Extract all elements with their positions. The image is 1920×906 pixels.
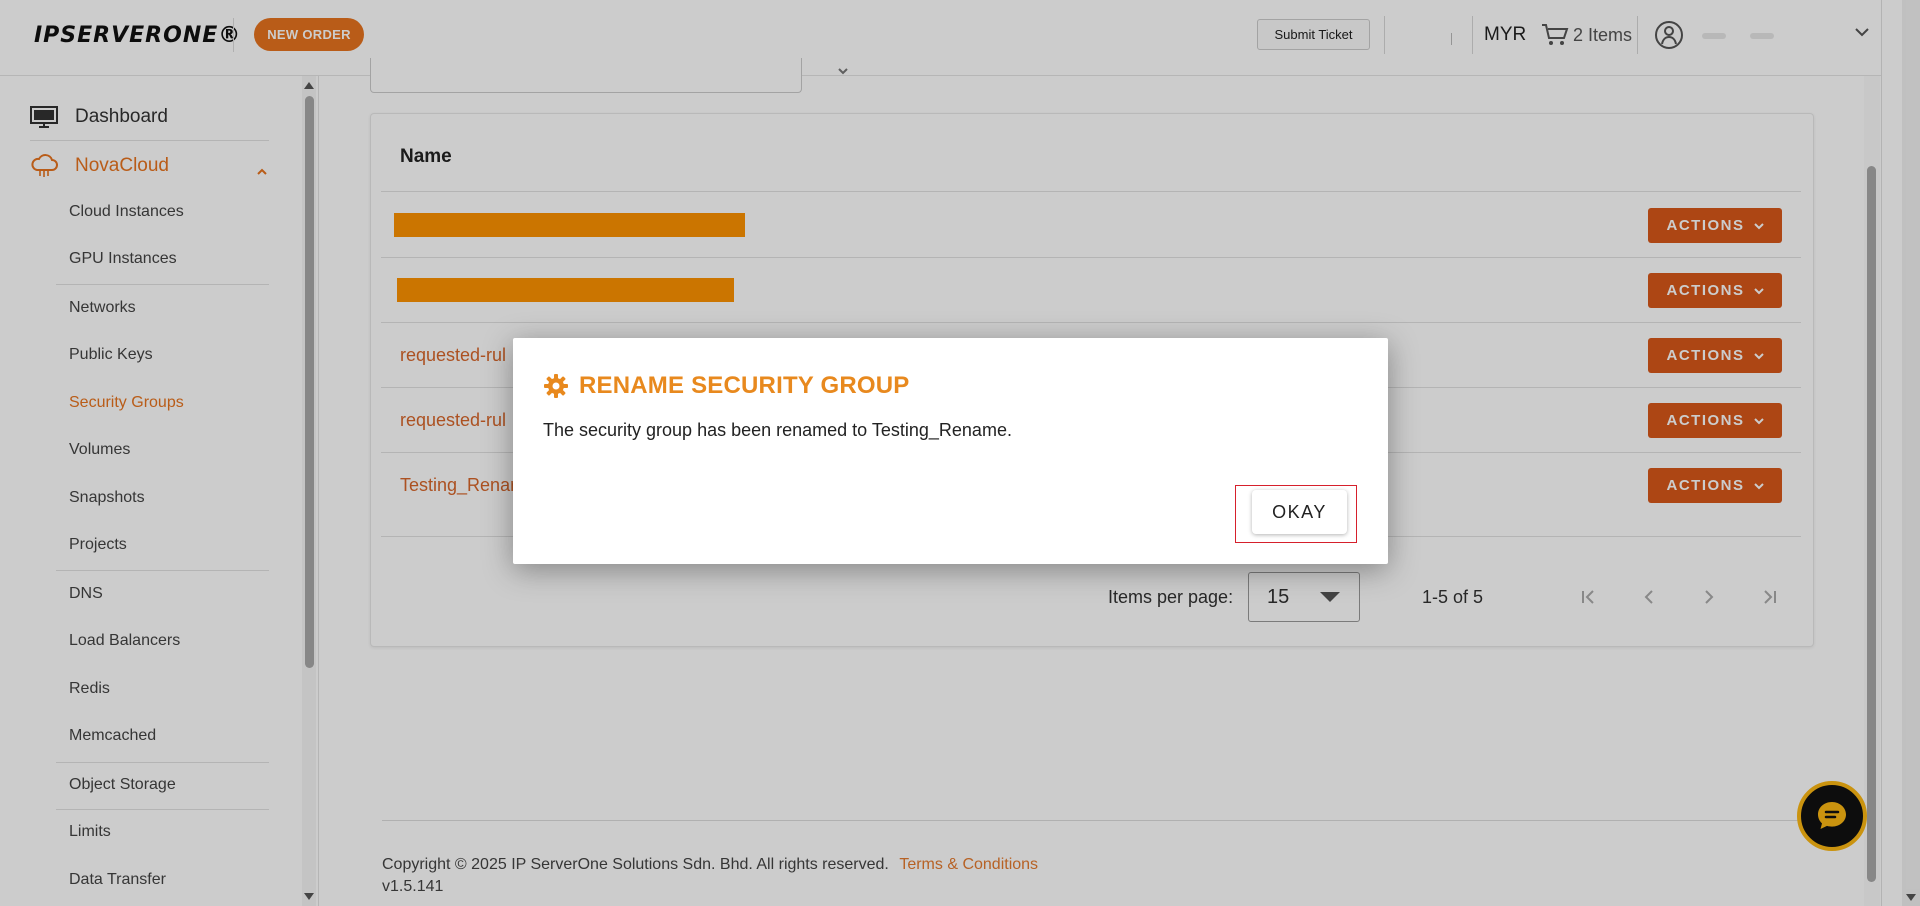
okay-button[interactable]: OKAY — [1252, 490, 1347, 534]
dialog-title: RENAME SECURITY GROUP — [579, 372, 910, 399]
gear-icon — [544, 374, 568, 398]
dialog-message: The security group has been renamed to T… — [543, 420, 1012, 440]
